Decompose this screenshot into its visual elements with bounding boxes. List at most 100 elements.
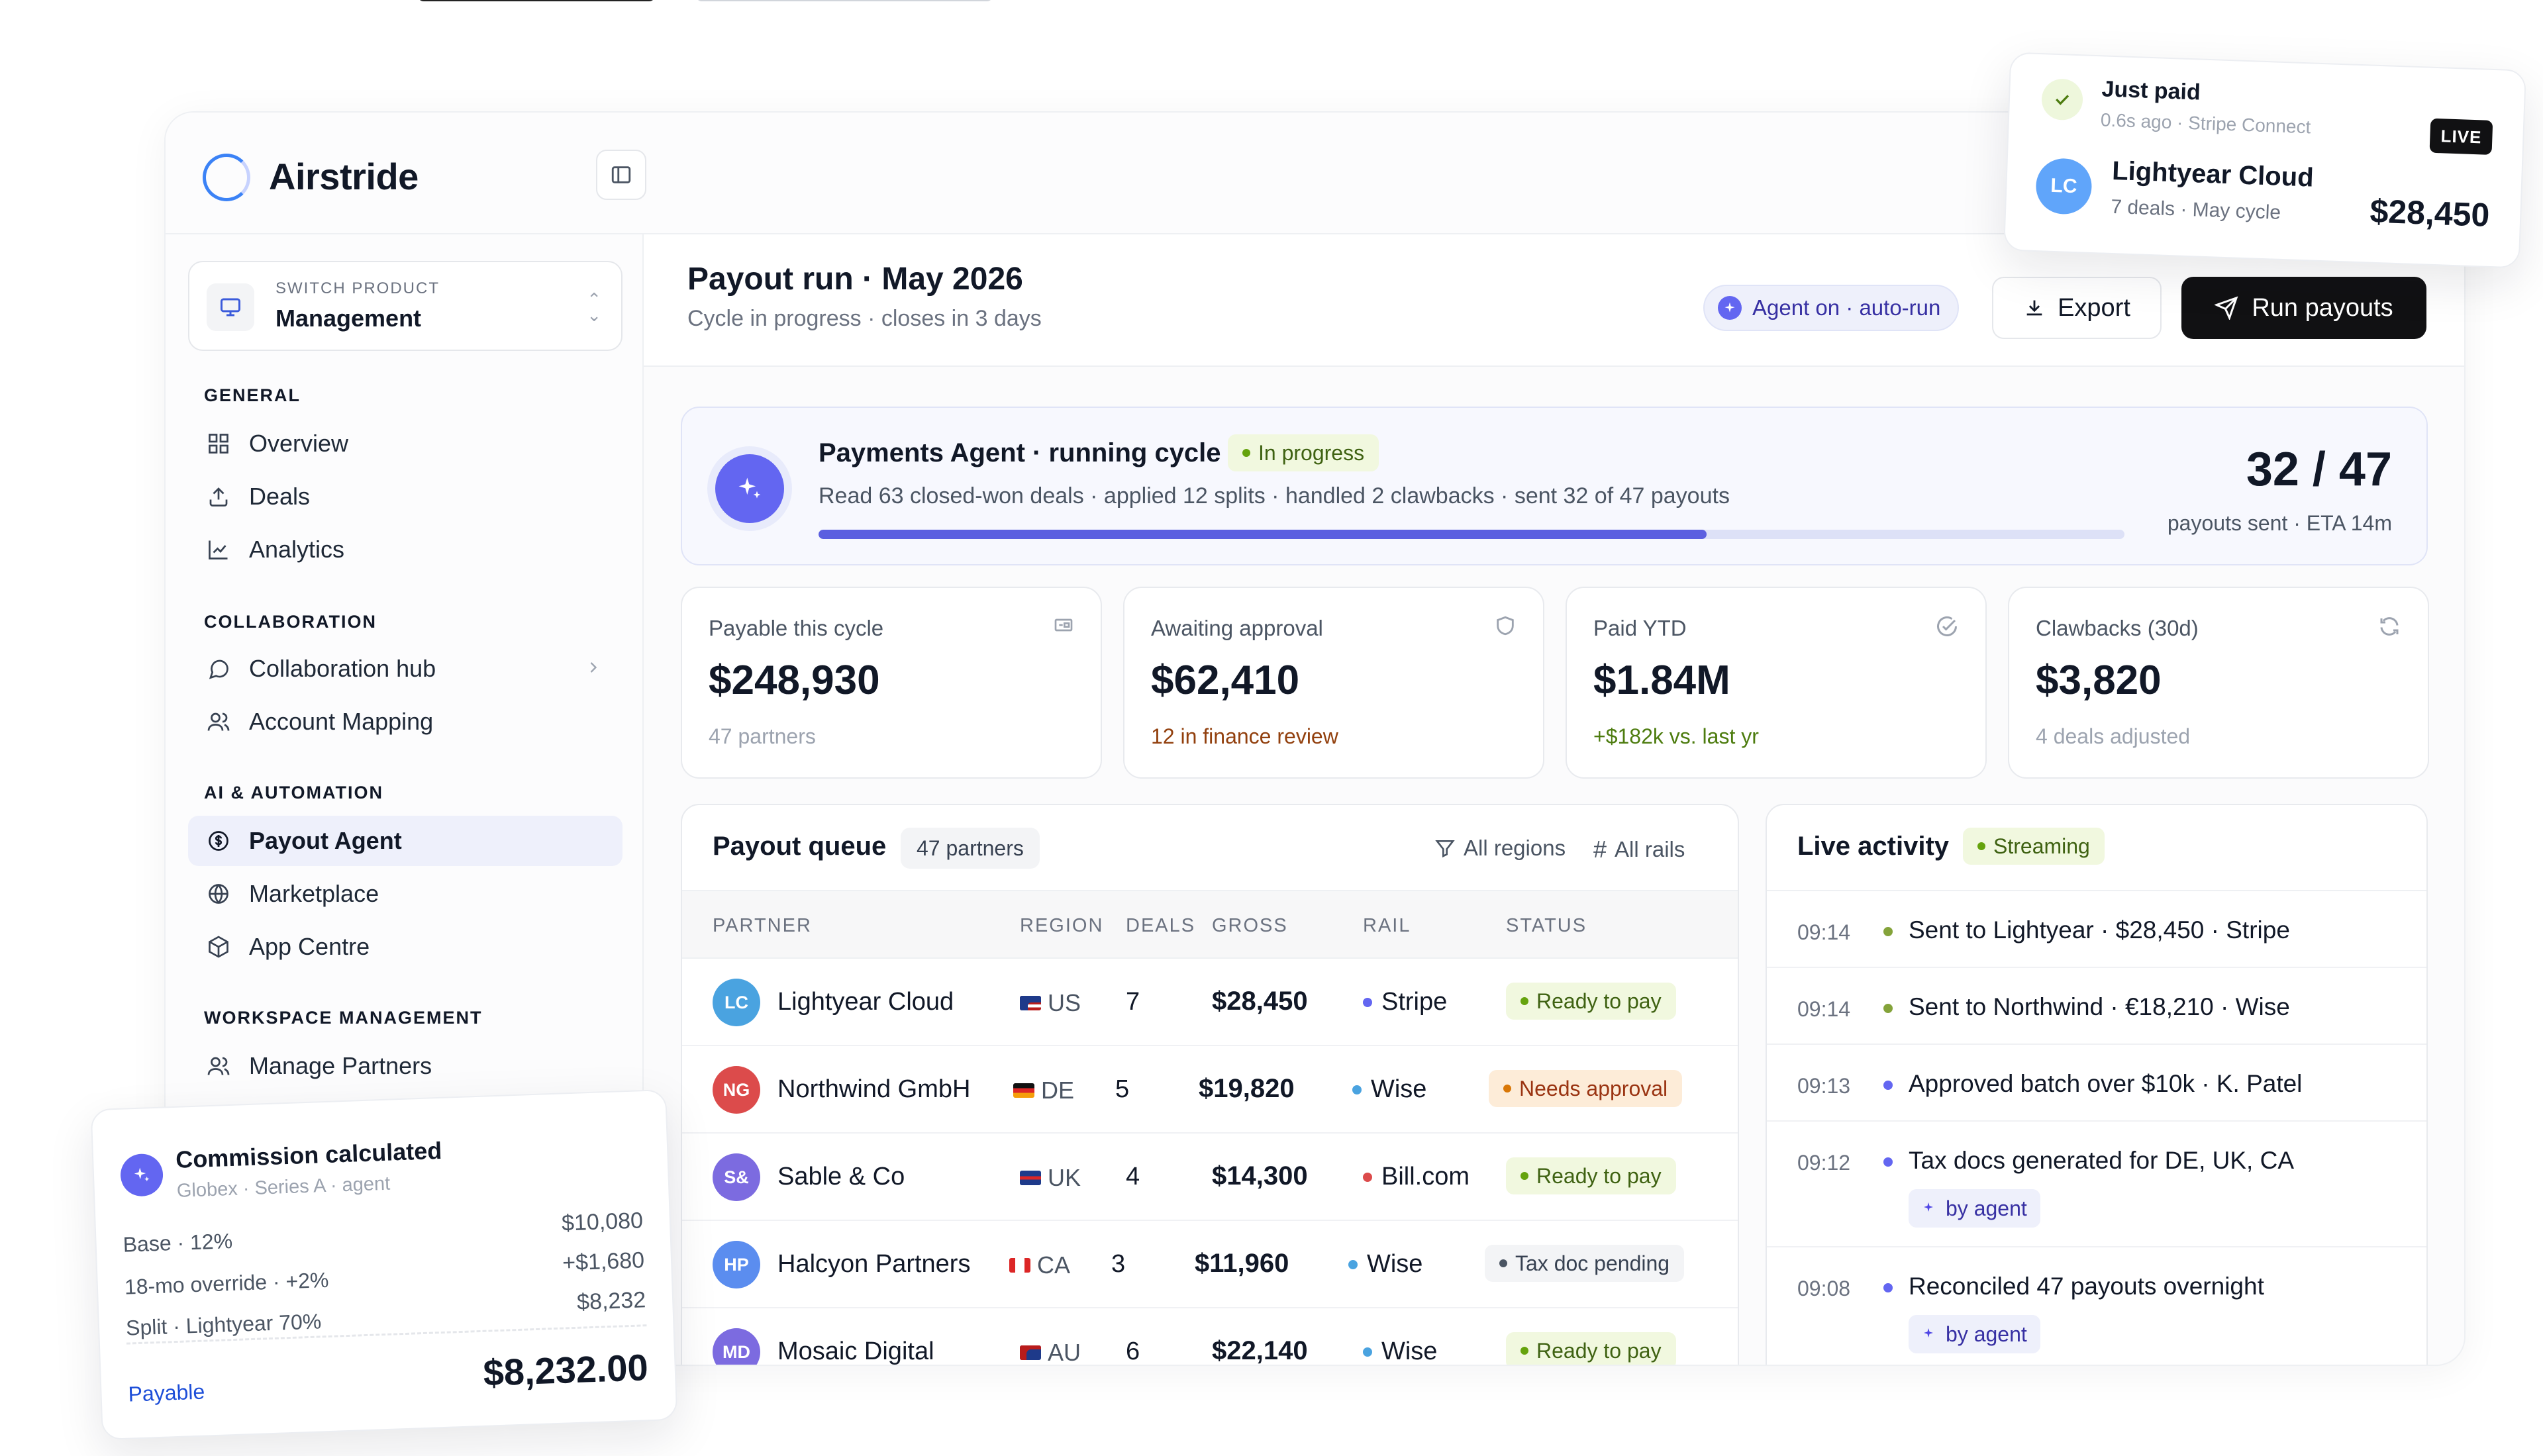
users-icon [204,707,233,736]
avatar: MD [713,1328,760,1365]
stat-value: $1.84M [1593,657,1730,703]
stat-label: Clawbacks (30d) [2036,616,2199,640]
chat-icon [204,654,233,683]
rail-label: Bill.com [1381,1163,1470,1190]
sidebar-item-marketplace[interactable]: Marketplace [188,869,623,919]
chevron-updown-icon: ⌃ ⌄ [587,289,601,325]
column-header: DEALS [1126,915,1196,936]
just-paid-toast: Just paid 0.6s ago · Stripe Connect LIVE… [2003,52,2526,269]
sidebar-item-payout-agent[interactable]: Payout Agent [188,816,623,866]
run-payouts-button[interactable]: Run payouts [2181,277,2426,339]
region-cell: UK [1020,1164,1081,1192]
sidebar-toggle-button[interactable] [596,150,646,200]
avatar: HP [713,1241,760,1288]
stat-label: Paid YTD [1593,616,1687,640]
queue-header: Payout queue 47 partners All regions # A… [682,805,1738,891]
agent-status-pill[interactable]: Agent on · auto-run [1703,285,1960,331]
region-label: AU [1048,1339,1081,1366]
rail-cell: Bill.com [1363,1163,1470,1191]
stat-sub: 12 in finance review [1151,724,1338,748]
deals-cell: 4 [1126,1163,1140,1190]
rail-label: Wise [1381,1337,1438,1365]
sidebar-item-label: App Centre [249,933,370,960]
stat-value: $62,410 [1151,657,1300,703]
logo-icon [203,154,250,201]
column-header: PARTNER [713,915,812,936]
stat-card-paid-ytd: Paid YTD $1.84M +$182k vs. last yr [1566,587,1987,779]
stat-sub: 4 deals adjusted [2036,724,2191,748]
region-cell: DE [1013,1077,1074,1104]
sidebar-item-label: Collaboration hub [249,655,436,682]
status-badge-label: Tax doc pending [1515,1251,1670,1275]
column-header: RAIL [1363,915,1411,936]
activity-time: 09:08 [1797,1277,1851,1300]
activity-text: Sent to Lightyear · $28,450 · Stripe [1909,916,2290,944]
table-header: PARTNER REGION DEALS GROSS RAIL STATUS [682,891,1738,959]
gross-cell: $28,450 [1212,987,1308,1016]
status-badge: Ready to pay [1506,983,1676,1020]
sidebar-item-collaboration-hub[interactable]: Collaboration hub [188,644,623,694]
region-label: UK [1048,1164,1081,1191]
partner-name: Mosaic Digital [777,1337,934,1365]
filter-regions-button[interactable]: All regions [1434,836,1566,861]
table-row[interactable]: HP Halcyon Partners CA 3 $11,960 Wise Ta… [682,1221,1738,1308]
gross-cell: $19,820 [1199,1074,1295,1103]
activity-dot [1883,1157,1893,1167]
table-row[interactable]: MD Mosaic Digital AU 6 $22,140 Wise Read… [682,1308,1738,1366]
agent-card-description: Read 63 closed-won deals · applied 12 sp… [819,483,1730,509]
deals-cell: 7 [1126,988,1140,1016]
sidebar-item-label: Analytics [249,536,345,563]
live-activity-panel: Live activity Streaming 09:14 Sent to Li… [1766,804,2428,1365]
status-badge: In progress [1228,434,1379,471]
sidebar-item-manage-partners[interactable]: Manage Partners [188,1041,623,1091]
section-title-general: GENERAL [204,385,301,405]
filter-rails-label: All rails [1615,837,1685,861]
chevron-right-icon [584,658,603,680]
flag-uk-icon [1020,1171,1041,1185]
live-badge: LIVE [2429,118,2493,155]
avatar: LC [2034,157,2093,215]
table-row[interactable]: LC Lightyear Cloud US 7 $28,450 Stripe R… [682,959,1738,1046]
partner-name: Northwind GmbH [777,1075,971,1103]
status-badge-label: Ready to pay [1536,1338,1662,1363]
sparkle-icon [119,1153,164,1197]
sidebar-item-app-centre[interactable]: App Centre [188,922,623,972]
globe-icon [204,879,233,908]
sidebar-item-analytics[interactable]: Analytics [188,524,623,575]
sidebar-item-account-mapping[interactable]: Account Mapping [188,697,623,747]
rail-cell: Wise [1352,1075,1426,1104]
users-icon [204,1051,233,1081]
activity-text: Sent to Northwind · €18,210 · Wise [1909,993,2290,1020]
partner-name: Halcyon Partners [777,1250,971,1278]
activity-header: Live activity Streaming [1767,805,2426,891]
status-badge: Ready to pay [1506,1157,1676,1194]
table-row[interactable]: NG Northwind GmbH DE 5 $19,820 Wise Need… [682,1046,1738,1134]
commission-line-value: $8,232 [576,1287,646,1315]
rail-label: Wise [1367,1250,1423,1278]
stat-label: Awaiting approval [1151,616,1323,640]
status-badge-label: Ready to pay [1536,1163,1662,1188]
rail-label: Wise [1371,1075,1427,1103]
agent-pill-label: Agent on · auto-run [1752,295,1941,320]
stat-card-payable: Payable this cycle $248,930 47 partners [681,587,1102,779]
flag-us-icon [1020,996,1041,1010]
filter-rails-button[interactable]: # All rails [1593,836,1685,863]
rail-cell: Wise [1363,1337,1438,1365]
monitor-icon [207,283,254,331]
toast-detail: 7 deals · May cycle [2110,195,2281,224]
grid-icon [204,429,233,458]
check-icon [2040,78,2084,121]
export-button[interactable]: Export [1992,277,2162,339]
page-subtitle: Cycle in progress · closes in 3 days [687,306,1042,331]
toast-title: Just paid [2101,76,2201,105]
deals-cell: 6 [1126,1337,1140,1365]
queue-title: Payout queue [713,832,887,861]
column-header: STATUS [1506,915,1587,936]
filter-icon [1435,840,1455,858]
progress-fill [819,530,1707,539]
sidebar-item-label: Overview [249,430,349,457]
product-switcher[interactable]: SWITCH PRODUCT Management ⌃ ⌄ [188,261,623,351]
sidebar-item-deals[interactable]: Deals [188,471,623,522]
table-row[interactable]: S& Sable & Co UK 4 $14,300 Bill.com Read… [682,1134,1738,1221]
sidebar-item-overview[interactable]: Overview [188,418,623,469]
